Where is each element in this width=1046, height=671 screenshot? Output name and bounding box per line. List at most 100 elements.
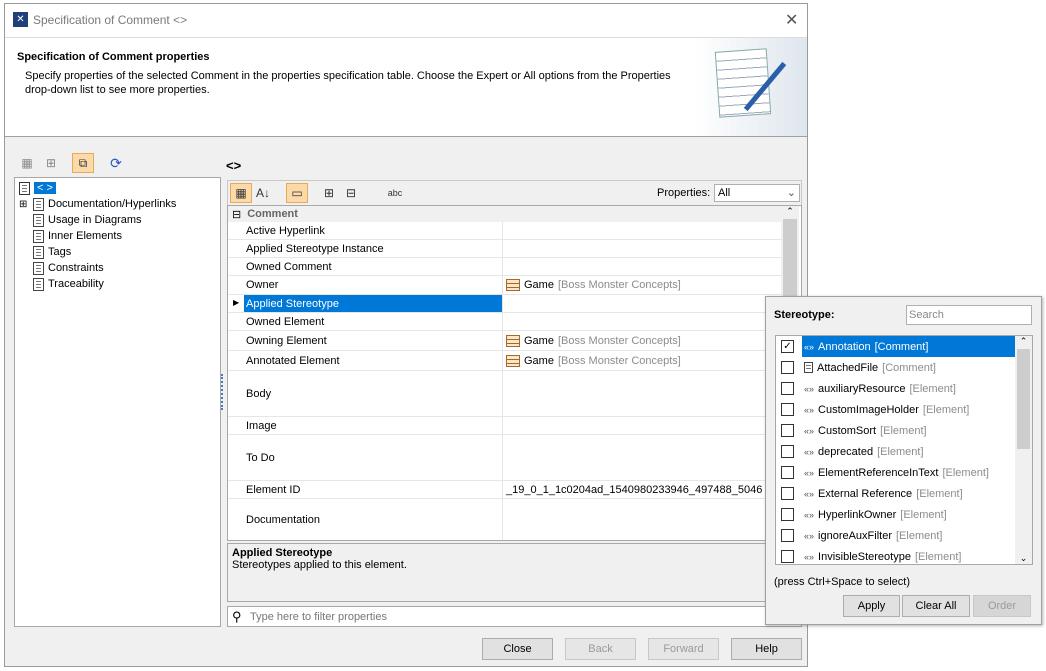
stereotype-scrollbar[interactable]: ⌃ ⌄ — [1015, 336, 1032, 564]
categorized-icon[interactable]: ▦ — [230, 183, 252, 203]
show-description-icon[interactable]: ▭ — [286, 183, 308, 203]
back-button[interactable]: Back — [565, 638, 636, 660]
group-header[interactable]: ⊟ Comment — [228, 206, 781, 222]
filter-placeholder: Type here to filter properties — [250, 611, 387, 623]
property-value[interactable] — [504, 258, 781, 275]
expand-all-icon[interactable]: ⊞ — [318, 183, 340, 203]
stereotype-checkbox[interactable] — [781, 550, 794, 563]
stereotype-checkbox[interactable] — [781, 361, 794, 374]
property-value[interactable] — [504, 499, 781, 540]
clear-all-button[interactable]: Clear All — [902, 595, 970, 617]
close-window-button[interactable]: ✕ — [785, 10, 798, 30]
stereotype-checkbox[interactable] — [781, 382, 794, 395]
property-value[interactable] — [504, 435, 781, 480]
help-button[interactable]: Help — [731, 638, 802, 660]
property-value[interactable] — [504, 222, 781, 239]
stereotype-icon: «» — [804, 404, 815, 415]
apply-button[interactable]: Apply — [843, 595, 900, 617]
property-value[interactable] — [504, 371, 781, 416]
property-value[interactable] — [504, 417, 781, 434]
tree-item-tags[interactable]: Tags — [33, 244, 71, 260]
stereotype-item[interactable]: «» External Reference [Element] — [776, 483, 1015, 504]
scroll-thumb[interactable] — [1017, 349, 1030, 449]
stereotype-checkbox[interactable]: ✓ — [781, 340, 794, 353]
property-value[interactable]: Game [Boss Monster Concepts] — [504, 331, 781, 350]
stereotype-item[interactable]: «» ignoreAuxFilter [Element] — [776, 525, 1015, 546]
scroll-up-icon[interactable]: ⌃ — [1015, 336, 1032, 347]
refresh-icon[interactable]: ⟳ — [105, 153, 127, 173]
property-value[interactable] — [504, 295, 781, 312]
app-icon: ✕ — [13, 12, 28, 27]
property-row[interactable]: Owner Game [Boss Monster Concepts] — [228, 276, 781, 295]
tree-root[interactable]: < > — [19, 180, 56, 196]
property-row[interactable]: Active Hyperlink — [228, 222, 781, 240]
sort-alphabetical-icon[interactable]: A↓ — [252, 183, 274, 203]
order-button[interactable]: Order — [973, 595, 1031, 617]
property-row[interactable]: Image — [228, 417, 781, 435]
stereotype-search-input[interactable]: Search — [906, 305, 1032, 325]
spell-check-icon[interactable]: abc — [384, 183, 406, 203]
property-value[interactable]: Game [Boss Monster Concepts] — [504, 276, 781, 294]
property-row[interactable]: Body — [228, 371, 781, 417]
stereotype-item[interactable]: «» auxiliaryResource [Element] — [776, 378, 1015, 399]
stereotype-checkbox[interactable] — [781, 403, 794, 416]
stereotype-name: ignoreAuxFilter — [818, 529, 892, 542]
property-row[interactable]: Documentation — [228, 499, 781, 540]
document-icon — [33, 229, 44, 243]
stereotype-name: deprecated — [818, 445, 874, 458]
property-row[interactable]: Annotated Element Game [Boss Monster Conce… — [228, 351, 781, 371]
stereotype-icon: «» — [804, 341, 815, 352]
property-value[interactable] — [504, 313, 781, 330]
stereotype-item[interactable]: «» ElementReferenceInText [Element] — [776, 462, 1015, 483]
header-title: Specification of Comment properties — [17, 51, 210, 63]
property-value[interactable]: _19_0_1_1c0204ad_1540980233946_497488_50… — [504, 481, 781, 498]
property-row[interactable]: Owning Element Game [Boss Monster Concepts… — [228, 331, 781, 351]
stereotype-checkbox[interactable] — [781, 529, 794, 542]
stereotype-name: ElementReferenceInText — [818, 466, 939, 479]
tree-item-documentation[interactable]: ⊞ Documentation/Hyperlinks — [19, 196, 176, 212]
stereotype-checkbox[interactable] — [781, 487, 794, 500]
description-panel: Applied Stereotype Stereotypes applied t… — [227, 543, 802, 602]
property-value[interactable]: Game [Boss Monster Concepts] — [504, 351, 781, 370]
stereotype-checkbox[interactable] — [781, 508, 794, 521]
collapse-all-icon[interactable]: ⊟ — [340, 183, 362, 203]
property-row[interactable]: To Do — [228, 435, 781, 481]
property-value-text: Game — [524, 279, 554, 291]
forward-button[interactable]: Forward — [648, 638, 719, 660]
property-row[interactable]: ▶ Applied Stereotype — [228, 295, 781, 313]
document-icon — [33, 213, 44, 227]
stereotype-item[interactable]: «» InvisibleStereotype [Element] — [776, 546, 1015, 564]
tree-item-label: Inner Elements — [48, 230, 122, 242]
stereotype-item[interactable]: «» HyperlinkOwner [Element] — [776, 504, 1015, 525]
stereotype-item[interactable]: «» CustomImageHolder [Element] — [776, 399, 1015, 420]
property-row[interactable]: Owned Element — [228, 313, 781, 331]
expand-icon[interactable]: ⊞ — [19, 199, 29, 210]
stereotype-checkbox[interactable] — [781, 445, 794, 458]
close-button[interactable]: Close — [482, 638, 553, 660]
stereotype-checkbox[interactable] — [781, 466, 794, 479]
tree-view-icon[interactable]: ⊞ — [40, 153, 62, 173]
property-row[interactable]: Owned Comment — [228, 258, 781, 276]
document-icon — [33, 277, 44, 291]
stereotype-checkbox[interactable] — [781, 424, 794, 437]
stereotype-item[interactable]: AttachedFile [Comment] — [776, 357, 1015, 378]
collapse-group-icon[interactable]: ⊟ — [232, 208, 241, 221]
filter-input[interactable]: ⚲ Type here to filter properties — [227, 606, 802, 627]
property-value[interactable] — [504, 240, 781, 257]
scroll-up-icon[interactable]: ⌃ — [781, 206, 799, 217]
tree-item-inner-elements[interactable]: Inner Elements — [33, 228, 122, 244]
property-row[interactable]: Element ID _19_0_1_1c0204ad_1540980233946… — [228, 481, 781, 499]
stereotype-scope: [Element] — [877, 445, 924, 458]
table-view-icon[interactable]: ▦ — [16, 153, 38, 173]
tree-item-constraints[interactable]: Constraints — [33, 260, 104, 276]
property-row[interactable]: Applied Stereotype Instance — [228, 240, 781, 258]
splitter-handle[interactable] — [221, 374, 224, 410]
stereotype-item[interactable]: «» deprecated [Element] — [776, 441, 1015, 462]
stereotype-item[interactable]: «» CustomSort [Element] — [776, 420, 1015, 441]
scroll-down-icon[interactable]: ⌄ — [1015, 553, 1032, 564]
stereotype-item[interactable]: ✓ «» Annotation [Comment] — [776, 336, 1015, 357]
properties-dropdown[interactable]: All ⌄ — [714, 184, 800, 202]
tree-item-traceability[interactable]: Traceability — [33, 276, 104, 292]
tree-item-usage[interactable]: Usage in Diagrams — [33, 212, 142, 228]
copy-view-icon[interactable]: ⧉ — [72, 153, 94, 173]
